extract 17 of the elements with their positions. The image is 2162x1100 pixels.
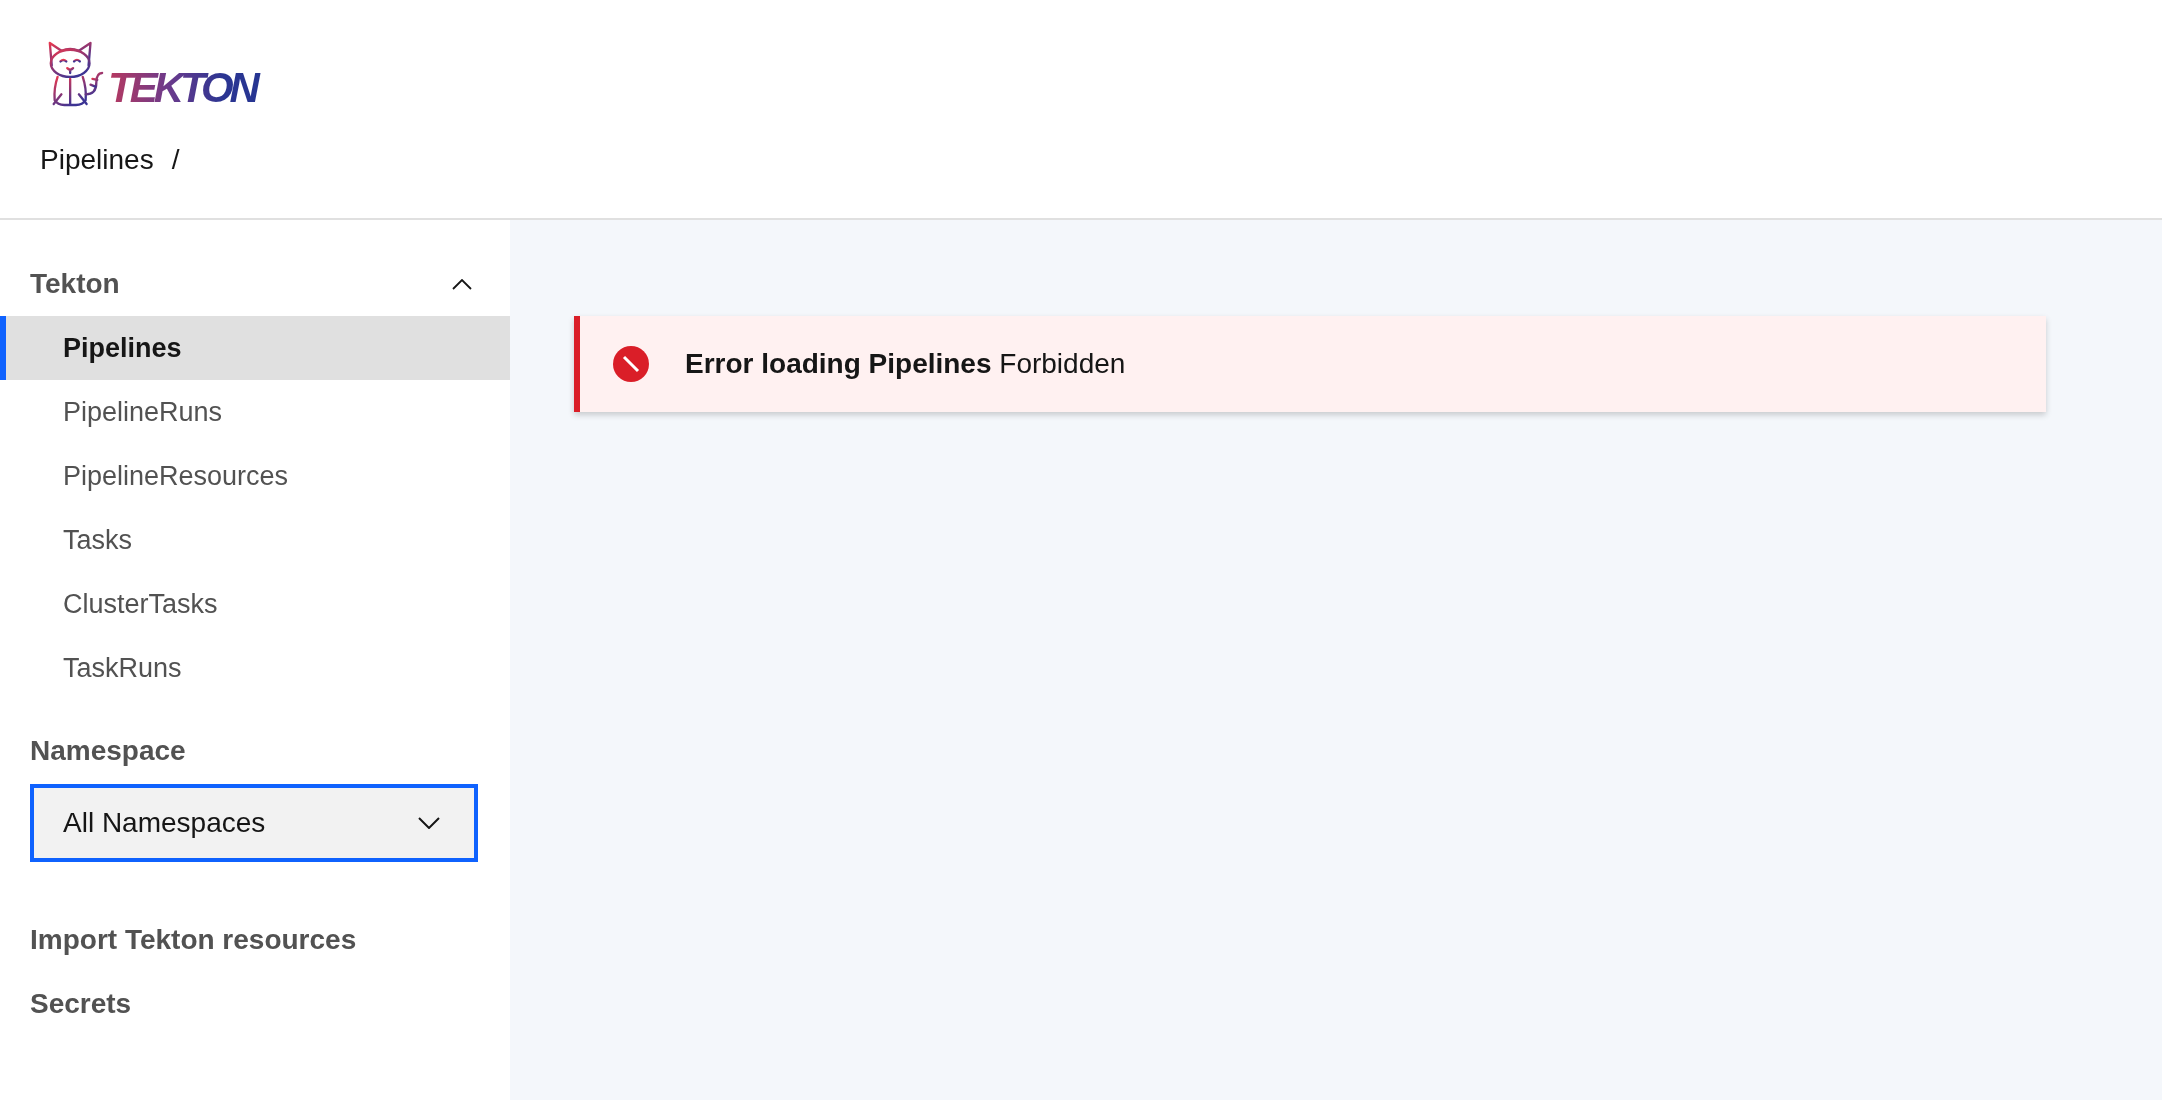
nav-item[interactable]: Pipelines — [0, 316, 510, 380]
breadcrumb-separator: / — [171, 143, 180, 177]
notification-message: Error loading Pipelines Forbidden — [685, 348, 1126, 380]
sidebar-link[interactable]: Secrets — [0, 972, 162, 1036]
breadcrumb-link[interactable]: Pipelines — [40, 140, 154, 180]
nav-item[interactable]: Tasks — [0, 508, 510, 572]
chevron-down-icon — [418, 817, 440, 829]
nav-group-toggle[interactable]: Tekton — [0, 252, 510, 316]
namespace-dropdown[interactable]: All Namespaces — [30, 784, 478, 862]
nav-item[interactable]: PipelineRuns — [0, 380, 510, 444]
chevron-up-icon — [452, 278, 472, 290]
namespace-label: Namespace — [30, 734, 186, 768]
nav-item[interactable]: TaskRuns — [0, 636, 510, 700]
error-icon — [613, 346, 649, 382]
sidebar-link[interactable]: Import Tekton resources — [0, 908, 387, 972]
nav-item[interactable]: PipelineResources — [0, 444, 510, 508]
nav-item[interactable]: ClusterTasks — [0, 572, 510, 636]
